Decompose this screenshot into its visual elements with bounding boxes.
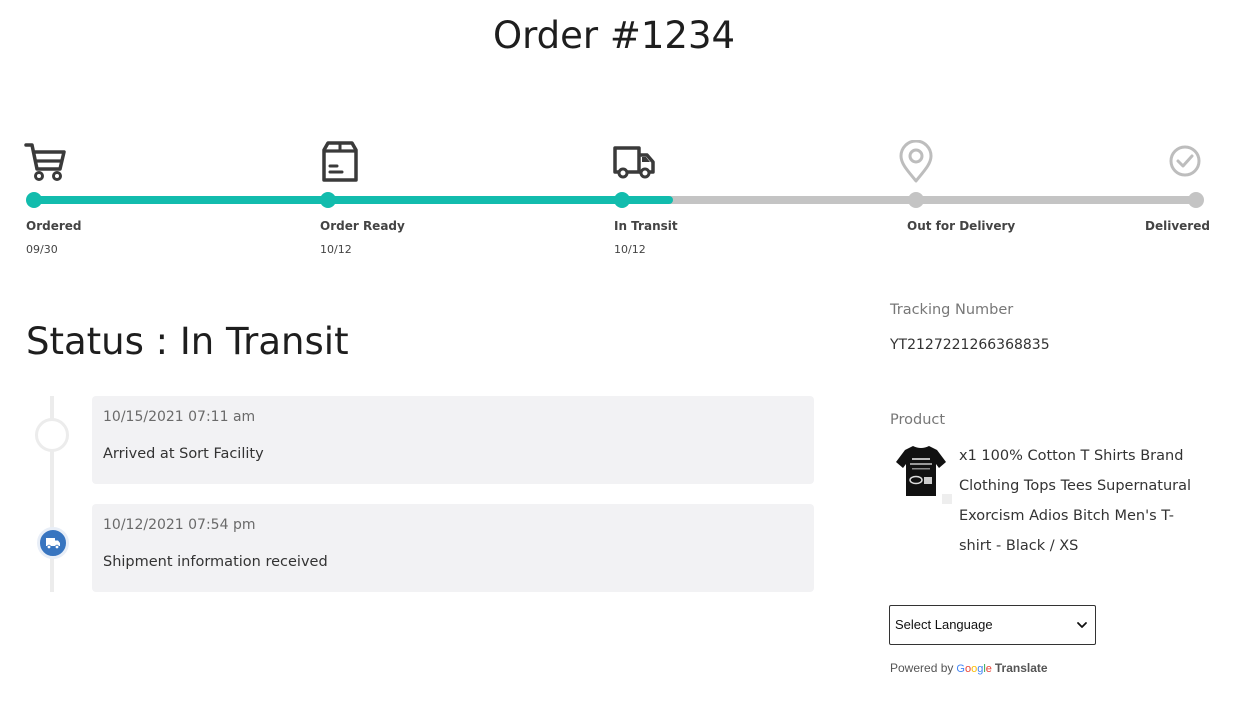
chevron-down-icon [1077,622,1087,628]
timeline-event: 10/15/2021 07:11 am Arrived at Sort Faci… [92,396,814,484]
powered-by-text: Powered by [890,661,954,675]
check-circle-icon [1169,145,1201,177]
step-date: 09/30 [26,243,58,256]
language-select[interactable]: Select Language [889,605,1096,645]
event-timestamp: 10/12/2021 07:54 pm [103,517,256,533]
progress-fill [34,196,673,204]
step-label: In Transit [614,219,678,233]
google-logo: Google [956,663,992,675]
progress-dot [908,192,924,208]
order-progress-tracker: Ordered 09/30 Order Ready 10/12 In Trans… [0,0,1242,270]
step-label: Ordered [26,219,82,233]
tracking-number-label: Tracking Number [890,302,1014,318]
progress-step-in-transit: In Transit 10/12 [613,0,678,260]
location-pin-icon [899,140,933,183]
tracking-number-value: YT2127221266368835 [890,337,1050,353]
step-label: Delivered [1145,219,1210,233]
powered-by-google-translate[interactable]: Powered by Google Translate [890,661,1048,675]
product-label: Product [890,412,946,428]
box-icon [322,141,358,182]
status-title: Status : In Transit [26,320,349,363]
step-date: 10/12 [614,243,646,256]
step-date: 10/12 [320,243,352,256]
step-label: Out for Delivery [907,219,1016,233]
progress-step-ordered: Ordered 09/30 [24,0,82,260]
timeline-marker [35,418,69,452]
cart-icon [24,143,66,181]
event-description: Arrived at Sort Facility [103,446,264,462]
progress-dot [614,192,630,208]
product-description: x1 100% Cotton T Shirts Brand Clothing T… [959,448,1192,554]
truck-icon [613,146,655,179]
progress-dot [1188,192,1204,208]
event-timestamp: 10/15/2021 07:11 am [103,409,256,425]
translate-text: Translate [994,661,1048,675]
progress-dot [320,192,336,208]
language-select-value: Select Language [895,617,993,632]
progress-step-order-ready: Order Ready 10/12 [320,0,405,260]
truck-icon [46,538,60,550]
product-thumbnail [890,440,952,504]
timeline-event: 10/12/2021 07:54 pm Shipment information… [92,504,814,592]
progress-step-out-for-delivery: Out for Delivery [899,0,1015,260]
timeline-truck-marker [37,527,69,559]
progress-step-delivered: Delivered [1145,0,1210,260]
progress-dot [26,192,42,208]
event-description: Shipment information received [103,554,328,570]
step-label: Order Ready [320,219,405,233]
